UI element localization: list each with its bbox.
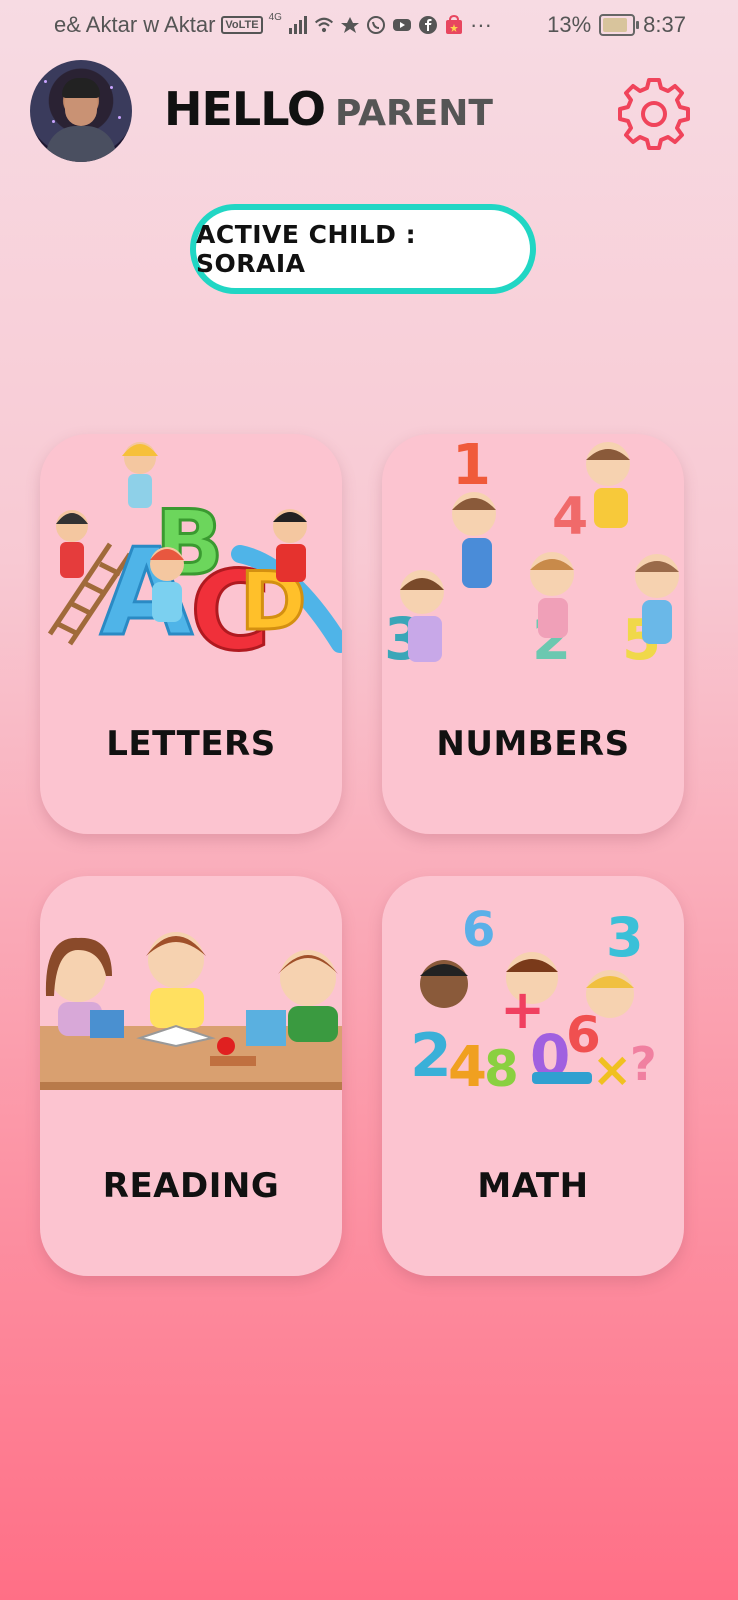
active-child-selector[interactable]: ACTIVE CHILD : SORAIA — [190, 204, 536, 294]
signal-icon — [288, 16, 307, 34]
svg-text:?: ? — [630, 1037, 657, 1091]
whatsapp-icon — [366, 16, 385, 34]
svg-text:2: 2 — [410, 1021, 452, 1091]
svg-text:1: 1 — [452, 434, 491, 498]
category-label: READING — [102, 1166, 280, 1206]
svg-text:6: 6 — [462, 902, 495, 958]
battery-percentage: 13% — [547, 12, 592, 37]
more-notifications-icon: ··· — [469, 12, 492, 37]
settings-gear-icon[interactable] — [618, 78, 690, 150]
category-card-numbers[interactable]: 1 4 3 2 5 NUMBERS — [382, 434, 684, 834]
status-bar: e& Aktar w Aktar VoLTE 4G ··· 13% 8:37 — [0, 0, 738, 52]
category-card-math[interactable]: 6 3 2 4 8 + 0 6 × ? MATH — [382, 876, 684, 1276]
greeting: HELLO PARENT — [164, 82, 493, 136]
avatar[interactable] — [30, 60, 132, 162]
svg-text:8: 8 — [484, 1040, 519, 1098]
wifi-icon — [314, 17, 333, 33]
network-type: 4G — [268, 11, 282, 23]
category-label: MATH — [477, 1166, 589, 1206]
volte-badge: VoLTE — [221, 16, 263, 34]
letters-illustration: A B C D — [47, 442, 342, 664]
clock: 8:37 — [643, 12, 686, 37]
greeting-role: PARENT — [335, 93, 493, 134]
greeting-hello: HELLO — [164, 82, 326, 136]
svg-text:4: 4 — [552, 487, 588, 547]
shopping-bag-icon — [445, 15, 462, 34]
category-label: LETTERS — [106, 724, 276, 764]
reading-illustration — [40, 932, 342, 1090]
math-illustration: 6 3 2 4 8 + 0 6 × ? — [410, 902, 657, 1100]
svg-text:×: × — [592, 1042, 632, 1098]
facebook-icon — [418, 16, 437, 34]
svg-text:3: 3 — [606, 906, 644, 969]
huawei-app-icon — [340, 17, 359, 33]
active-child-label: ACTIVE CHILD : SORAIA — [196, 220, 417, 278]
svg-text:4: 4 — [448, 1035, 487, 1100]
carrier-name: e& Aktar w Aktar — [54, 12, 216, 37]
category-label: NUMBERS — [436, 724, 630, 764]
numbers-illustration: 1 4 3 2 5 — [384, 434, 679, 664]
youtube-icon — [392, 19, 411, 31]
category-card-letters[interactable]: A B C D LETTERS — [40, 434, 342, 834]
battery-icon — [599, 14, 640, 36]
category-card-reading[interactable]: READING — [40, 876, 342, 1276]
